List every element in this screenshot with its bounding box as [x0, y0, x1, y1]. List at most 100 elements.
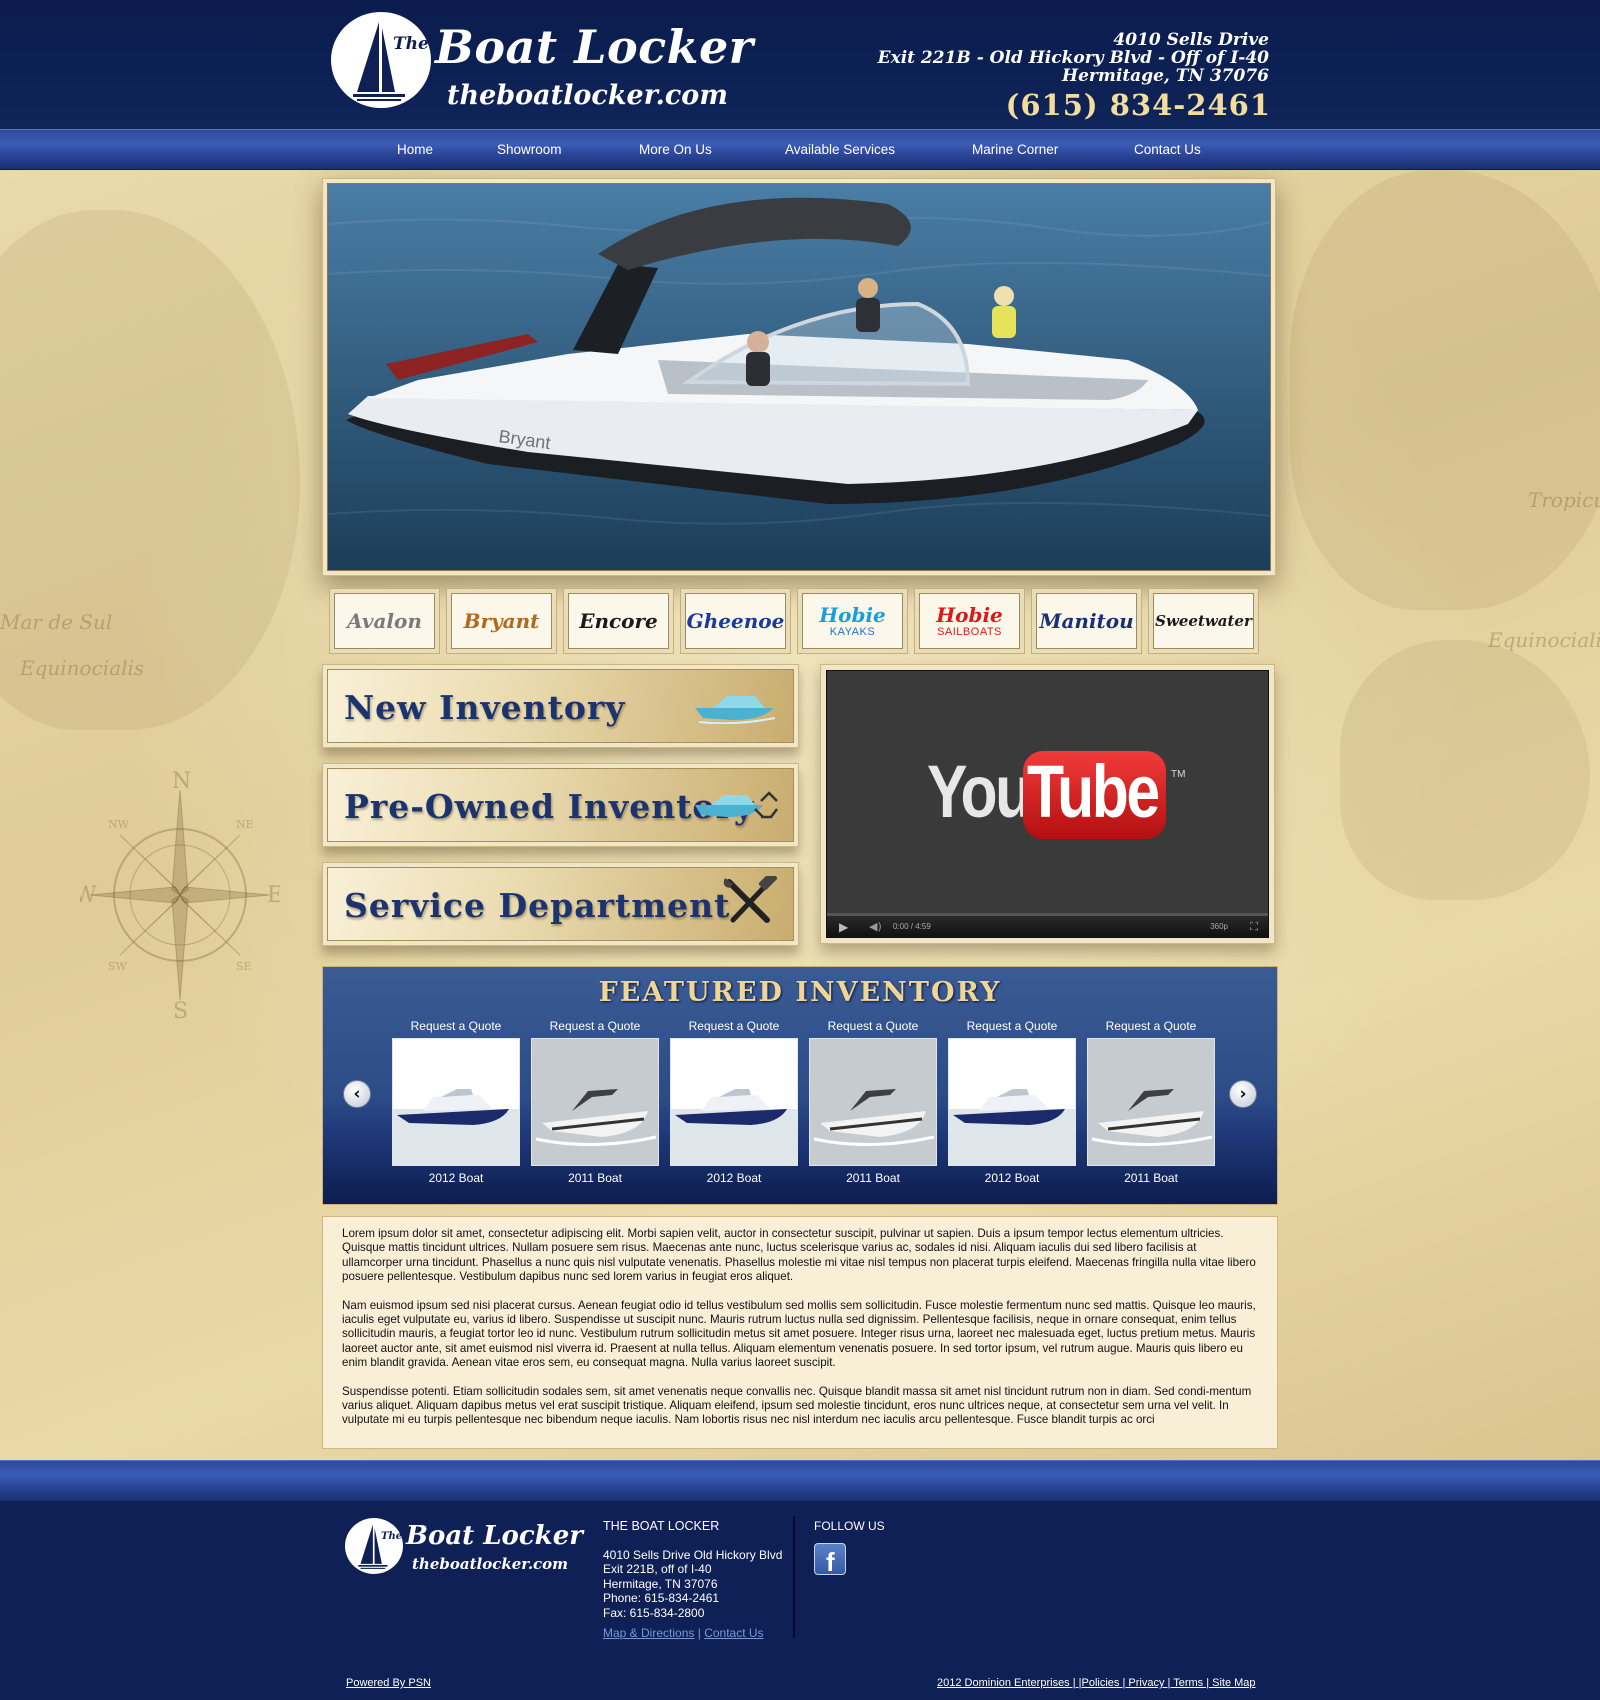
request-quote-link[interactable]: Request a Quote [948, 1019, 1076, 1033]
brand-logo-frame: Avalon [334, 593, 435, 649]
video-progress-bar[interactable] [827, 913, 1268, 916]
brand-logo-gheenoe[interactable]: Gheenoe [680, 588, 791, 654]
legal-links[interactable]: 2012 Dominion Enterprises | |Policies | … [937, 1677, 1256, 1689]
boat-year-label: 2012 Boat [706, 1171, 762, 1185]
volume-icon[interactable]: ◀) [869, 920, 882, 933]
header-address: 4010 Sells Drive Exit 221B - Old Hickory… [878, 31, 1269, 85]
footer-contact-column: THE BOAT LOCKER 4010 Sells Drive Old Hic… [603, 1519, 782, 1641]
service-department-label: Service Department [344, 886, 731, 925]
youtube-logo-you: You [927, 750, 1032, 833]
youtube-trademark: TM [1171, 769, 1186, 780]
map-continent [1290, 170, 1600, 610]
brand-name: Manitou [1039, 609, 1134, 633]
brand-name: Gheenoe [686, 609, 785, 633]
service-department-button[interactable]: Service Department [322, 862, 799, 946]
map-continent [1340, 640, 1590, 900]
site-footer: The Boat Locker theboatlocker.com THE BO… [0, 1501, 1600, 1700]
brand-logo-avalon[interactable]: Avalon [329, 588, 440, 654]
brand-logo-frame: Sweetwater [1153, 593, 1254, 649]
boat-thumbnail-cruiser[interactable] [948, 1038, 1076, 1166]
boat-illustration: Bryant [328, 184, 1270, 570]
recycled-boat-icon [695, 791, 778, 819]
youtube-video-player[interactable]: You Tube TM ▶ ◀) 0:00 / 4:59 360p ⛶ [820, 664, 1275, 944]
featured-inventory: FEATURED INVENTORY ‹ › Request a Quote 2… [322, 966, 1278, 1205]
tools-icon [723, 876, 778, 923]
intro-paragraph: Suspendisse potenti. Etiam sollicitudin … [342, 1384, 1252, 1427]
speedboat-icon [695, 696, 776, 724]
compass-label: E [267, 883, 280, 908]
play-icon[interactable]: ▶ [839, 920, 848, 934]
brand-name: Hobie [819, 603, 886, 627]
boat-photo [949, 1089, 1075, 1165]
address-line-3: Hermitage, TN 37076 [1062, 66, 1269, 86]
powered-by-link[interactable]: Powered By PSN [346, 1677, 431, 1689]
brand-logo-hobie-kayaks[interactable]: Hobie KAYAKS [797, 588, 908, 654]
nav-item-available-services[interactable]: Available Services [785, 142, 895, 157]
fullscreen-icon[interactable]: ⛶ [1250, 920, 1258, 934]
brand-logo-encore[interactable]: Encore [563, 588, 674, 654]
request-quote-link[interactable]: Request a Quote [531, 1019, 659, 1033]
boat-thumbnail-bowrider[interactable] [531, 1038, 659, 1166]
main-nav: Home Showroom More On Us Available Servi… [0, 129, 1600, 170]
preowned-inventory-button[interactable]: Pre-Owned Inventory [322, 763, 799, 847]
nav-item-more-on-us[interactable]: More On Us [639, 142, 712, 157]
brand-logo-bryant[interactable]: Bryant [446, 588, 557, 654]
logo-the-text: The [393, 34, 429, 54]
nav-item-home[interactable]: Home [397, 142, 433, 157]
boat-thumbnail-cruiser[interactable] [392, 1038, 520, 1166]
intro-text-box: Lorem ipsum dolor sit amet, consectetur … [322, 1216, 1278, 1449]
compass-label: S [173, 999, 188, 1020]
map-label: Equinocialis [20, 656, 145, 680]
boat-thumbnail-cruiser[interactable] [670, 1038, 798, 1166]
boat-year-label: 2012 Boat [428, 1171, 484, 1185]
request-quote-link[interactable]: Request a Quote [670, 1019, 798, 1033]
footer-logo[interactable]: The Boat Locker theboatlocker.com [345, 1517, 585, 1577]
brand-logo-hobie-sailboats[interactable]: Hobie SAILBOATS [914, 588, 1025, 654]
new-inventory-label: New Inventory [344, 688, 626, 727]
carousel-next-button[interactable]: › [1229, 1080, 1257, 1108]
logo-url-text: theboatlocker.com [447, 80, 728, 111]
footer-fax: Fax: 615-834-2800 [603, 1605, 705, 1620]
brand-name: Avalon [347, 609, 422, 633]
nav-item-showroom[interactable]: Showroom [497, 142, 562, 157]
request-quote-link[interactable]: Request a Quote [1087, 1019, 1215, 1033]
compass-label: N [172, 770, 191, 794]
boat-photo [671, 1089, 797, 1165]
nav-item-contact-us[interactable]: Contact Us [1134, 142, 1201, 157]
compass-label: SE [236, 960, 252, 973]
quality-selector[interactable]: 360p [1210, 922, 1228, 931]
boat-photo [393, 1089, 519, 1165]
logo-name-text: Boat Locker [435, 20, 754, 74]
map-label: Mar de Sul [0, 610, 113, 634]
boat-year-label: 2011 Boat [568, 1171, 622, 1185]
hero-boat-photo: Bryant [327, 183, 1271, 571]
facebook-icon[interactable]: f [814, 1542, 846, 1577]
footer-band [0, 1460, 1600, 1501]
brand-logo-manitou[interactable]: Manitou [1031, 588, 1142, 654]
footer-address-line: Exit 221B, off of I-40 [603, 1562, 712, 1576]
request-quote-link[interactable]: Request a Quote [809, 1019, 937, 1033]
brand-logo-sweetwater[interactable]: Sweetwater [1148, 588, 1259, 654]
nav-item-marine-corner[interactable]: Marine Corner [972, 142, 1058, 157]
compass-label: W [80, 883, 97, 908]
boat-photo [810, 1039, 936, 1165]
site-logo[interactable]: The Boat Locker theboatlocker.com [331, 10, 754, 111]
map-directions-link[interactable]: Map & Directions [603, 1626, 694, 1640]
boat-thumbnail-bowrider[interactable] [1087, 1038, 1215, 1166]
youtube-logo-tube: Tube [1027, 750, 1160, 833]
brand-logo-frame: Hobie KAYAKS [802, 593, 903, 649]
carousel-prev-button[interactable]: ‹ [343, 1080, 371, 1108]
boat-thumbnail-bowrider[interactable] [809, 1038, 937, 1166]
request-quote-link[interactable]: Request a Quote [392, 1019, 520, 1033]
brand-name: Sweetwater [1155, 612, 1252, 630]
footer-contact-link[interactable]: Contact Us [704, 1626, 763, 1640]
map-label: Tropicus [1528, 488, 1600, 512]
boat-year-label: 2011 Boat [1124, 1171, 1178, 1185]
header-phone[interactable]: (615) 834-2461 [1006, 88, 1271, 122]
new-inventory-button[interactable]: New Inventory [322, 664, 799, 748]
featured-item: Request a Quote 2012 Boat [392, 1019, 520, 1185]
logo-the-text: The [381, 1531, 403, 1542]
site-header: The Boat Locker theboatlocker.com 4010 S… [0, 0, 1600, 129]
hero-banner[interactable]: Bryant [322, 178, 1276, 576]
featured-item: Request a Quote 2011 Boat [809, 1019, 937, 1185]
